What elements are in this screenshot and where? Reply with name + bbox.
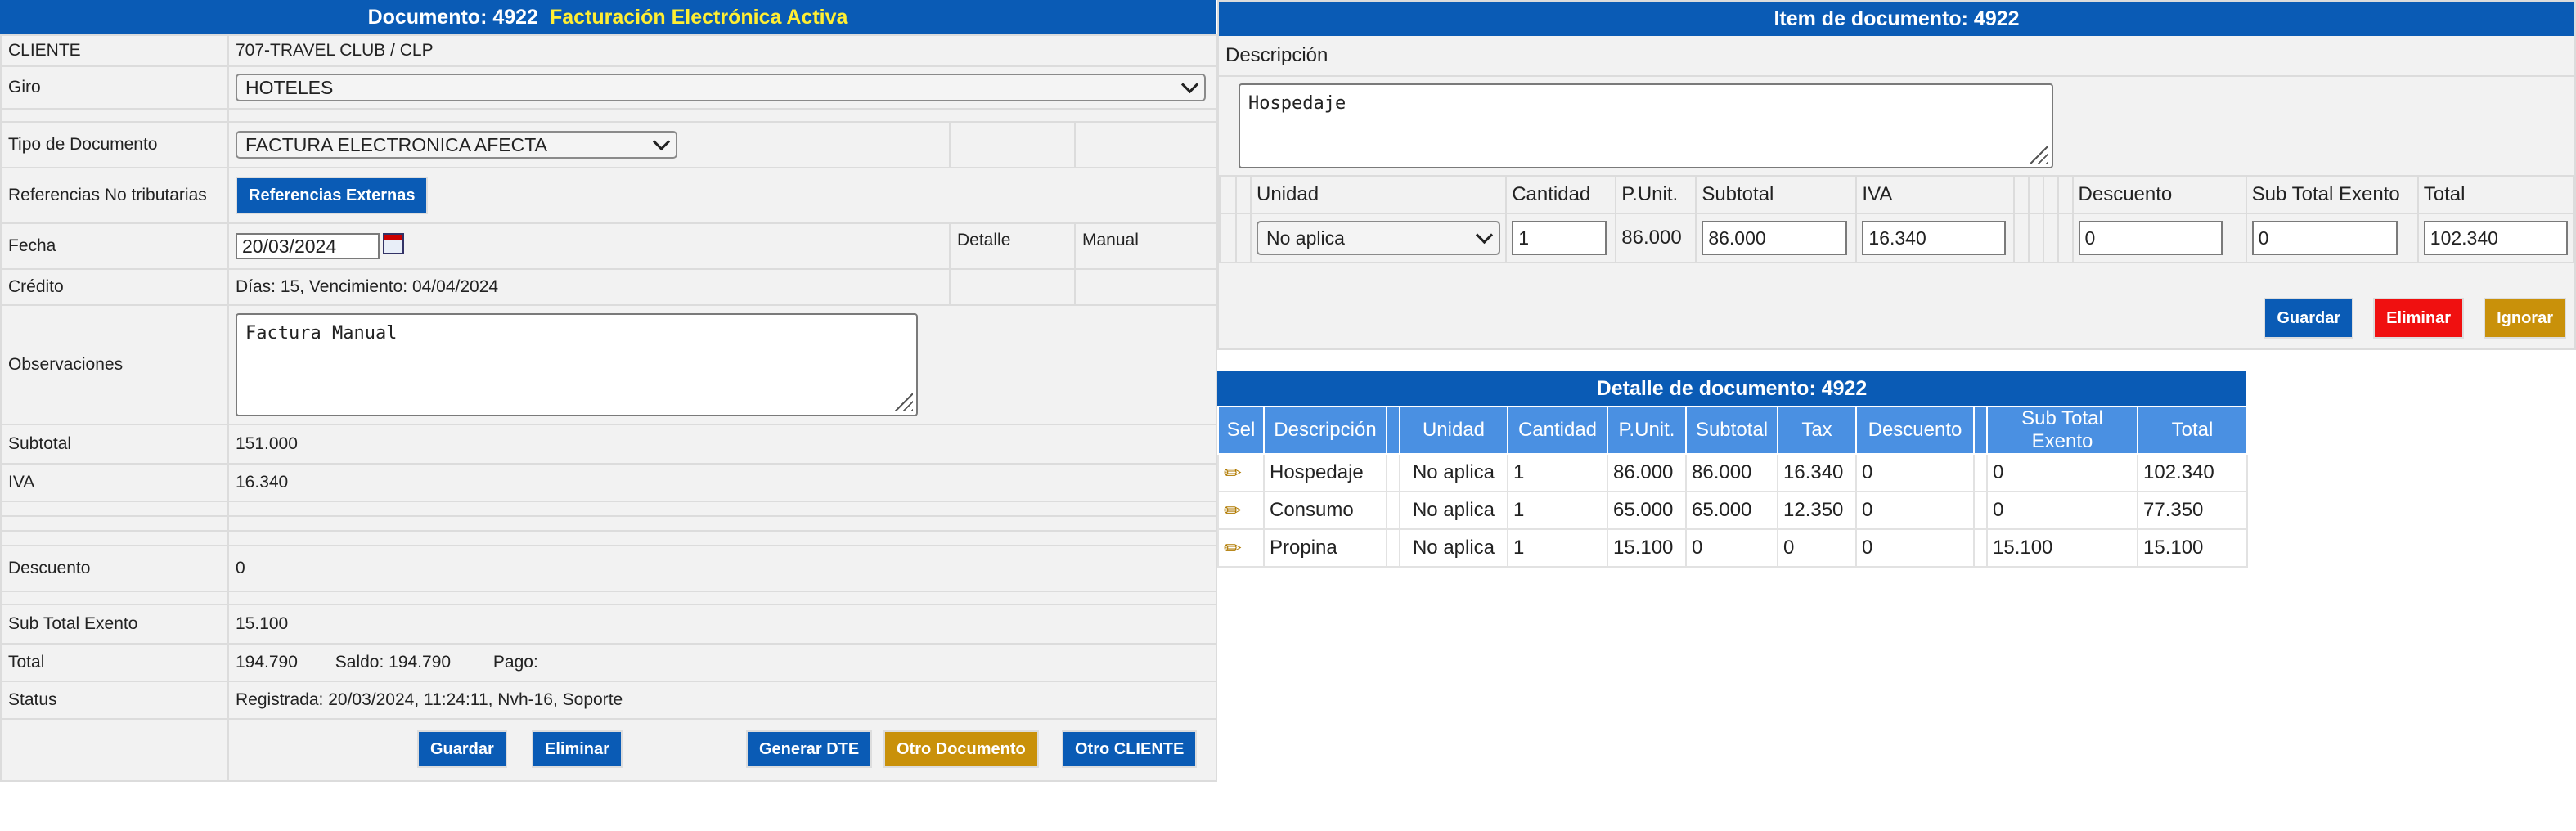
detalle-label: Detalle xyxy=(949,222,1076,270)
tipo-documento-value: FACTURA ELECTRONICA AFECTA xyxy=(245,133,547,155)
item-desc-label: Descripción xyxy=(1225,44,1328,66)
item-guardar-button[interactable]: Guardar xyxy=(2264,298,2354,339)
col-subtotal[interactable]: Subtotal xyxy=(1685,406,1778,455)
item-header: Item de documento: 4922 xyxy=(1219,2,2574,36)
cantidad-header: Cantidad xyxy=(1505,175,1617,214)
generar-dte-button[interactable]: Generar DTE xyxy=(746,730,873,768)
status-value: Registrada: 20/03/2024, 11:24:11, Nvh-16… xyxy=(227,681,1217,720)
iva-input[interactable]: 16.340 xyxy=(1862,221,2007,255)
spacer-row xyxy=(0,108,229,123)
cliente-label: CLIENTE xyxy=(0,34,229,67)
table-row[interactable]: ✏ Propina No aplica 1 15.100 0 0 0 15.10… xyxy=(1217,528,2248,568)
descuento-label: Descuento xyxy=(0,545,229,592)
document-header: Documento: 4922 Facturación Electrónica … xyxy=(0,0,1216,34)
tipo-documento-label: Tipo de Documento xyxy=(0,121,229,168)
col-descuento[interactable]: Descuento xyxy=(1855,406,1975,455)
iva-header: IVA xyxy=(1855,175,2015,214)
resize-grip-icon[interactable] xyxy=(2024,139,2048,164)
status-label: Status xyxy=(0,681,229,720)
credito-label: Crédito xyxy=(0,268,229,306)
item-description-text: Hospedaje xyxy=(1248,93,1346,114)
otro-documento-button[interactable]: Otro Documento xyxy=(883,730,1039,768)
item-description-textarea[interactable]: Hospedaje xyxy=(1239,83,2053,168)
unidad-select[interactable]: No aplica xyxy=(1257,221,1500,255)
exento-value: 15.100 xyxy=(227,604,1217,645)
unidad-header: Unidad xyxy=(1249,175,1508,214)
col-total[interactable]: Total xyxy=(2137,406,2248,455)
eliminar-button[interactable]: Eliminar xyxy=(532,730,623,768)
manual-label: Manual xyxy=(1074,222,1217,270)
total-input[interactable]: 102.340 xyxy=(2423,221,2568,255)
iva-label: IVA xyxy=(0,463,229,502)
punit-header: P.Unit. xyxy=(1615,175,1697,214)
item-fields-table: Unidad Cantidad P.Unit. Subtotal IVA Des… xyxy=(1219,175,2575,263)
iva-value: 16.340 xyxy=(227,463,1217,502)
chevron-down-icon xyxy=(652,133,671,151)
subtotal-header: Subtotal xyxy=(1695,175,1858,214)
document-title: Documento: 4922 xyxy=(367,5,538,29)
subtotal-value: 151.000 xyxy=(227,424,1217,465)
e-invoice-status-badge: Facturación Electrónica Activa xyxy=(549,5,848,29)
detalle-header: Detalle de documento: 4922 xyxy=(1217,371,2246,406)
detalle-title: Detalle de documento: 4922 xyxy=(1596,376,1868,400)
descuento-value: 0 xyxy=(227,545,1217,592)
giro-label: Giro xyxy=(0,65,229,110)
observaciones-text: Factura Manual xyxy=(245,323,398,344)
credito-value: Días: 15, Vencimiento: 04/04/2024 xyxy=(227,268,951,306)
col-sel[interactable]: Sel xyxy=(1217,406,1265,455)
chevron-down-icon xyxy=(1180,75,1199,94)
cliente-value: 707-TRAVEL CLUB / CLP xyxy=(227,34,1217,67)
fecha-label: Fecha xyxy=(0,222,229,270)
giro-select-value: HOTELES xyxy=(245,76,334,98)
detalle-table: Sel Descripción Unidad Cantidad P.Unit. … xyxy=(1217,406,2248,568)
observaciones-label: Observaciones xyxy=(0,304,229,425)
subtotal-label: Subtotal xyxy=(0,424,229,465)
exento-input[interactable]: 0 xyxy=(2251,221,2398,255)
exento-header: Sub Total Exento xyxy=(2245,175,2419,214)
referencias-externas-button[interactable]: Referencias Externas xyxy=(236,177,429,214)
table-row[interactable]: ✏ Hospedaje No aplica 1 86.000 86.000 16… xyxy=(1217,453,2248,492)
item-ignorar-button[interactable]: Ignorar xyxy=(2484,298,2566,339)
otro-cliente-button[interactable]: Otro CLIENTE xyxy=(1062,730,1198,768)
subtotal-input[interactable]: 86.000 xyxy=(1702,221,1848,255)
calendar-icon[interactable] xyxy=(383,233,404,254)
col-unidad[interactable]: Unidad xyxy=(1399,406,1508,455)
item-actions: Guardar Eliminar Ignorar xyxy=(2264,298,2566,339)
col-exento[interactable]: Sub Total Exento xyxy=(1986,406,2138,455)
col-punit[interactable]: P.Unit. xyxy=(1607,406,1687,455)
item-panel: Item de documento: 4922 Descripción Hosp… xyxy=(1217,0,2576,350)
punit-value: 86.000 xyxy=(1615,213,1697,263)
tipo-documento-select[interactable]: FACTURA ELECTRONICA AFECTA xyxy=(236,131,677,159)
col-tax[interactable]: Tax xyxy=(1777,406,1857,455)
descuento-input[interactable]: 0 xyxy=(2078,221,2223,255)
detalle-panel: Detalle de documento: 4922 Sel Descripci… xyxy=(1217,371,2248,568)
item-eliminar-button[interactable]: Eliminar xyxy=(2373,298,2465,339)
guardar-button[interactable]: Guardar xyxy=(417,730,507,768)
observaciones-textarea[interactable]: Factura Manual xyxy=(236,313,918,416)
descuento-header: Descuento xyxy=(2071,175,2247,214)
total-label: Total xyxy=(0,643,229,682)
table-row[interactable]: ✏ Consumo No aplica 1 65.000 65.000 12.3… xyxy=(1217,491,2248,530)
chevron-down-icon xyxy=(1475,226,1494,245)
edit-pencil-icon[interactable]: ✏ xyxy=(1224,498,1242,523)
total-value: 194.790 xyxy=(236,653,298,672)
unidad-select-value: No aplica xyxy=(1266,227,1345,249)
col-descripcion[interactable]: Descripción xyxy=(1263,406,1387,455)
edit-pencil-icon[interactable]: ✏ xyxy=(1224,536,1242,560)
document-form: CLIENTE 707-TRAVEL CLUB / CLP Giro HOTEL… xyxy=(0,34,1217,782)
document-panel: Documento: 4922 Facturación Electrónica … xyxy=(0,0,1217,782)
resize-grip-icon[interactable] xyxy=(888,387,913,411)
exento-label: Sub Total Exento xyxy=(0,604,229,645)
saldo-value: Saldo: 194.790 xyxy=(335,653,452,672)
referencias-label: Referencias No tributarias xyxy=(0,167,229,224)
col-cantidad[interactable]: Cantidad xyxy=(1507,406,1608,455)
document-actions: Guardar Eliminar Generar DTE Otro Docume… xyxy=(227,718,1217,782)
total-header: Total xyxy=(2416,175,2575,214)
cantidad-input[interactable]: 1 xyxy=(1512,221,1607,255)
edit-pencil-icon[interactable]: ✏ xyxy=(1224,460,1242,485)
pago-label: Pago: xyxy=(492,653,538,672)
fecha-input[interactable]: 20/03/2024 xyxy=(236,233,380,259)
item-title: Item de documento: 4922 xyxy=(1774,7,2020,30)
giro-select[interactable]: HOTELES xyxy=(236,74,1206,101)
